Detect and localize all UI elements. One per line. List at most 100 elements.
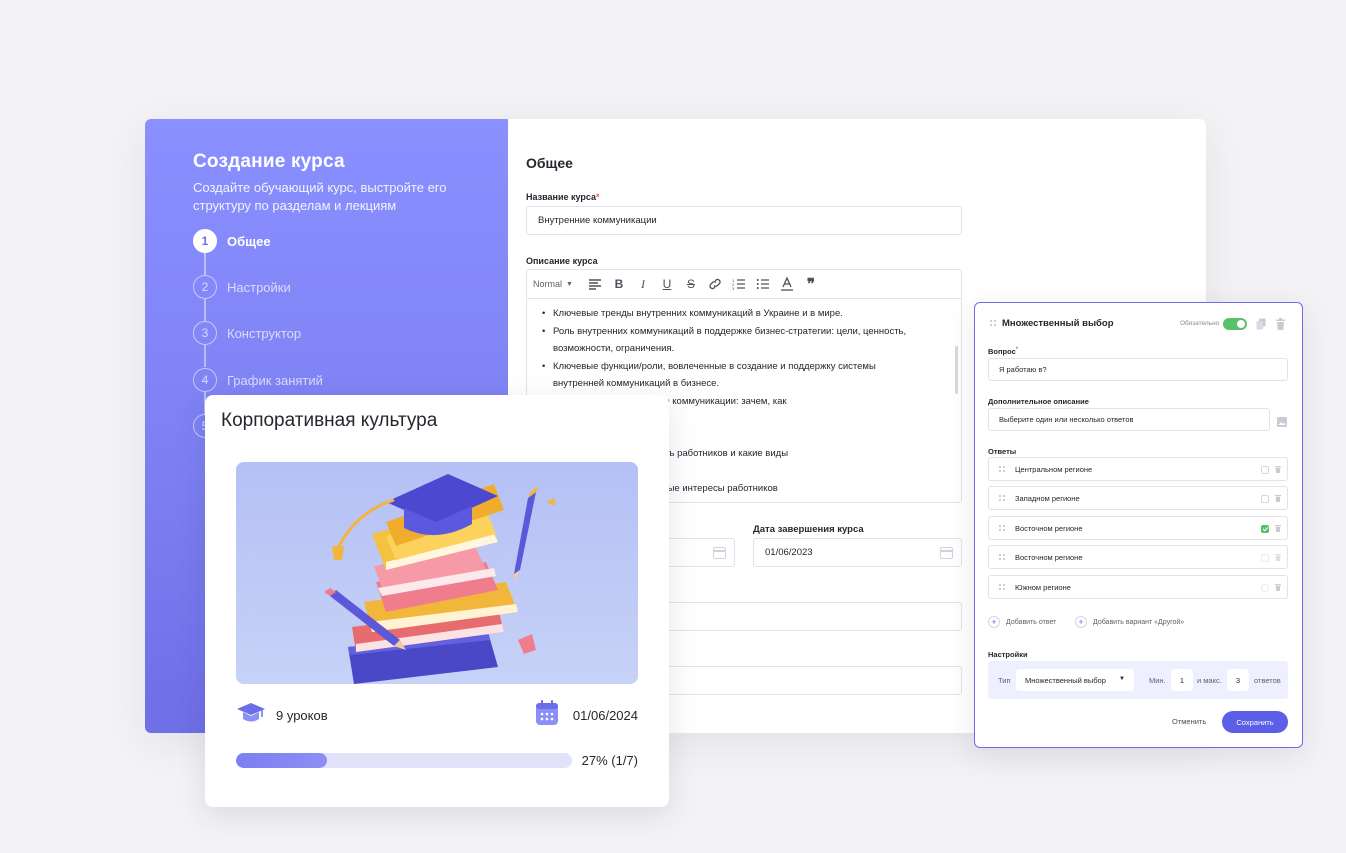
drag-handle-icon[interactable] bbox=[998, 524, 1005, 532]
answer-checkbox[interactable] bbox=[1261, 495, 1269, 503]
editor-scrollbar[interactable] bbox=[955, 346, 958, 394]
answer-option[interactable]: Восточном регионе bbox=[988, 545, 1288, 569]
course-date: 01/06/2024 bbox=[535, 699, 638, 731]
answer-checkbox[interactable] bbox=[1261, 466, 1269, 474]
cancel-button[interactable]: Отменить bbox=[1172, 717, 1206, 726]
trash-icon[interactable] bbox=[1275, 494, 1281, 504]
link-icon[interactable] bbox=[707, 276, 723, 292]
question-input[interactable]: Я работаю в? bbox=[988, 358, 1288, 381]
question-editor-panel: Множественный выбор Обязательно Вопрос* … bbox=[974, 302, 1303, 748]
description-line: Роль внутренних коммуникаций в поддержке… bbox=[539, 323, 951, 341]
drag-handle-icon[interactable] bbox=[989, 319, 996, 327]
required-toggle[interactable] bbox=[1223, 318, 1247, 330]
settings-label: Настройки bbox=[988, 650, 1028, 659]
course-card[interactable]: Корпоративная культура 9 уроков 01/06/20… bbox=[205, 395, 669, 807]
wizard-title: Создание курса bbox=[193, 151, 345, 172]
trash-icon[interactable] bbox=[1275, 465, 1281, 475]
drag-handle-icon[interactable] bbox=[998, 465, 1005, 473]
trash-icon[interactable] bbox=[1275, 583, 1281, 593]
trash-icon[interactable] bbox=[1276, 317, 1285, 335]
step-label: Конструктор bbox=[227, 325, 302, 341]
course-name-label: Название курса* bbox=[526, 192, 600, 202]
strikethrough-icon[interactable]: S bbox=[683, 276, 699, 292]
step-label: Настройки bbox=[227, 279, 291, 295]
min-label: Мин. bbox=[1149, 676, 1166, 685]
step-connector bbox=[204, 345, 206, 367]
add-answer-button[interactable]: + Добавить ответ bbox=[988, 616, 1056, 628]
max-label: и макс. bbox=[1197, 676, 1222, 685]
step-label: График занятий bbox=[227, 372, 323, 388]
type-select[interactable]: Множественный выбор ▼ bbox=[1016, 669, 1134, 691]
step-number: 4 bbox=[193, 368, 217, 392]
drag-handle-icon[interactable] bbox=[998, 583, 1005, 591]
format-dropdown[interactable]: Normal ▼ bbox=[533, 279, 573, 289]
quote-icon[interactable]: ❞ bbox=[803, 276, 819, 293]
step-connector bbox=[204, 299, 206, 321]
course-name-input[interactable]: Внутренние коммуникации bbox=[526, 206, 962, 235]
answer-text: Западном регионе bbox=[1015, 493, 1080, 503]
copy-icon[interactable] bbox=[1256, 317, 1266, 335]
editor-toolbar: Normal ▼ B I U S 123 ❞ bbox=[527, 270, 961, 299]
step-schedule[interactable]: 4 График занятий bbox=[193, 368, 323, 392]
step-number: 1 bbox=[193, 229, 217, 253]
min-input[interactable]: 1 bbox=[1171, 669, 1193, 691]
bold-icon[interactable]: B bbox=[611, 276, 627, 292]
answer-option[interactable]: Восточном регионе bbox=[988, 516, 1288, 540]
align-icon[interactable] bbox=[587, 276, 603, 292]
answer-text: Восточном регионе bbox=[1015, 552, 1083, 562]
calendar-icon bbox=[713, 547, 726, 559]
question-label: Вопрос* bbox=[988, 347, 1019, 356]
extra-description-input[interactable]: Выберите один или несколько ответов bbox=[988, 408, 1270, 431]
save-button[interactable]: Сохранить bbox=[1222, 711, 1288, 733]
question-type-title: Множественный выбор bbox=[1002, 318, 1114, 329]
answer-text: Центральном регионе bbox=[1015, 464, 1093, 474]
required-label: Обязательно bbox=[1180, 320, 1220, 327]
image-icon[interactable] bbox=[1277, 414, 1287, 432]
answer-checkbox-checked[interactable] bbox=[1261, 525, 1269, 533]
drag-handle-icon[interactable] bbox=[998, 494, 1005, 502]
answer-option[interactable]: Южном регионе bbox=[988, 575, 1288, 599]
description-line: возможности, ограничения. bbox=[553, 343, 675, 354]
progress-bar bbox=[236, 753, 572, 768]
description-line: Ключевые тренды внутренних коммуникаций … bbox=[539, 305, 951, 323]
add-other-option-button[interactable]: + Добавить вариант «Другой» bbox=[1075, 616, 1184, 628]
answer-option[interactable]: Западном регионе bbox=[988, 486, 1288, 510]
italic-icon[interactable]: I bbox=[635, 276, 651, 292]
end-date-label: Дата завершения курса bbox=[753, 524, 864, 535]
lessons-text: 9 уроков bbox=[276, 707, 328, 723]
step-number: 3 bbox=[193, 321, 217, 345]
bullet-list-icon[interactable] bbox=[755, 276, 771, 292]
answers-suffix: ответов bbox=[1254, 676, 1281, 685]
calendar-icon bbox=[940, 547, 953, 559]
drag-handle-icon[interactable] bbox=[998, 553, 1005, 561]
course-description-label: Описание курса bbox=[526, 256, 598, 266]
trash-icon[interactable] bbox=[1275, 524, 1281, 534]
calendar-icon bbox=[535, 699, 559, 731]
question-settings: Тип Множественный выбор ▼ Мин. 1 и макс.… bbox=[988, 661, 1288, 699]
answers-label: Ответы bbox=[988, 447, 1017, 456]
wizard-subtitle: Создайте обучающий курс, выстройте его с… bbox=[193, 180, 447, 213]
extra-description-label: Дополнительное описание bbox=[988, 397, 1089, 406]
answer-option[interactable]: Центральном регионе bbox=[988, 457, 1288, 481]
step-label: Общее bbox=[227, 233, 271, 249]
step-general[interactable]: 1 Общее bbox=[193, 229, 271, 253]
plus-icon: + bbox=[1075, 616, 1087, 628]
ordered-list-icon[interactable]: 123 bbox=[731, 276, 747, 292]
step-constructor[interactable]: 3 Конструктор bbox=[193, 321, 301, 345]
progress-fill bbox=[236, 753, 327, 768]
step-settings[interactable]: 2 Настройки bbox=[193, 275, 291, 299]
type-label: Тип bbox=[998, 676, 1011, 685]
answer-checkbox[interactable] bbox=[1261, 584, 1269, 592]
answer-checkbox[interactable] bbox=[1261, 554, 1269, 562]
max-input[interactable]: 3 bbox=[1227, 669, 1249, 691]
progress-text: 27% (1/7) bbox=[581, 753, 638, 768]
answer-text: Южном регионе bbox=[1015, 582, 1071, 592]
graduation-cap-icon bbox=[236, 701, 266, 730]
end-date-input[interactable]: 01/06/2023 bbox=[753, 538, 962, 567]
text-color-icon[interactable] bbox=[779, 276, 795, 292]
description-line: внутренней коммуникаций в бизнесе. bbox=[553, 378, 720, 389]
underline-icon[interactable]: U bbox=[659, 276, 675, 292]
plus-icon: + bbox=[988, 616, 1000, 628]
course-illustration bbox=[236, 462, 638, 684]
trash-icon[interactable] bbox=[1275, 553, 1281, 563]
